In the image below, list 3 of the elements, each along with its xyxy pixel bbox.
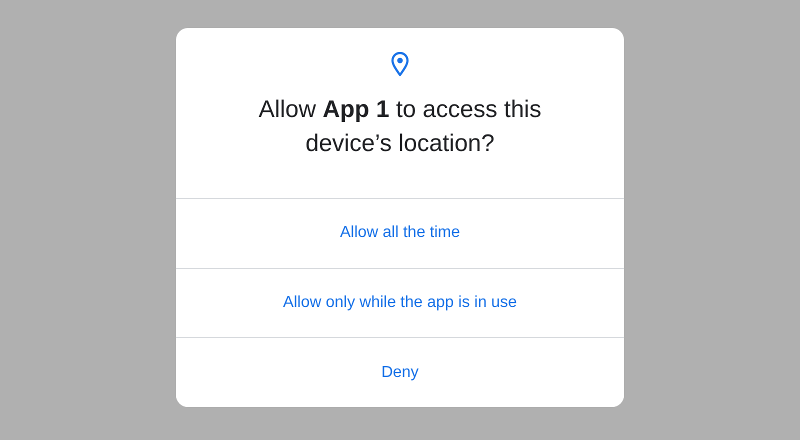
- location-pin-icon: [391, 52, 409, 77]
- dialog-title: Allow App 1 to access this device’s location?: [258, 95, 542, 159]
- option-button[interactable]: Deny: [176, 337, 624, 407]
